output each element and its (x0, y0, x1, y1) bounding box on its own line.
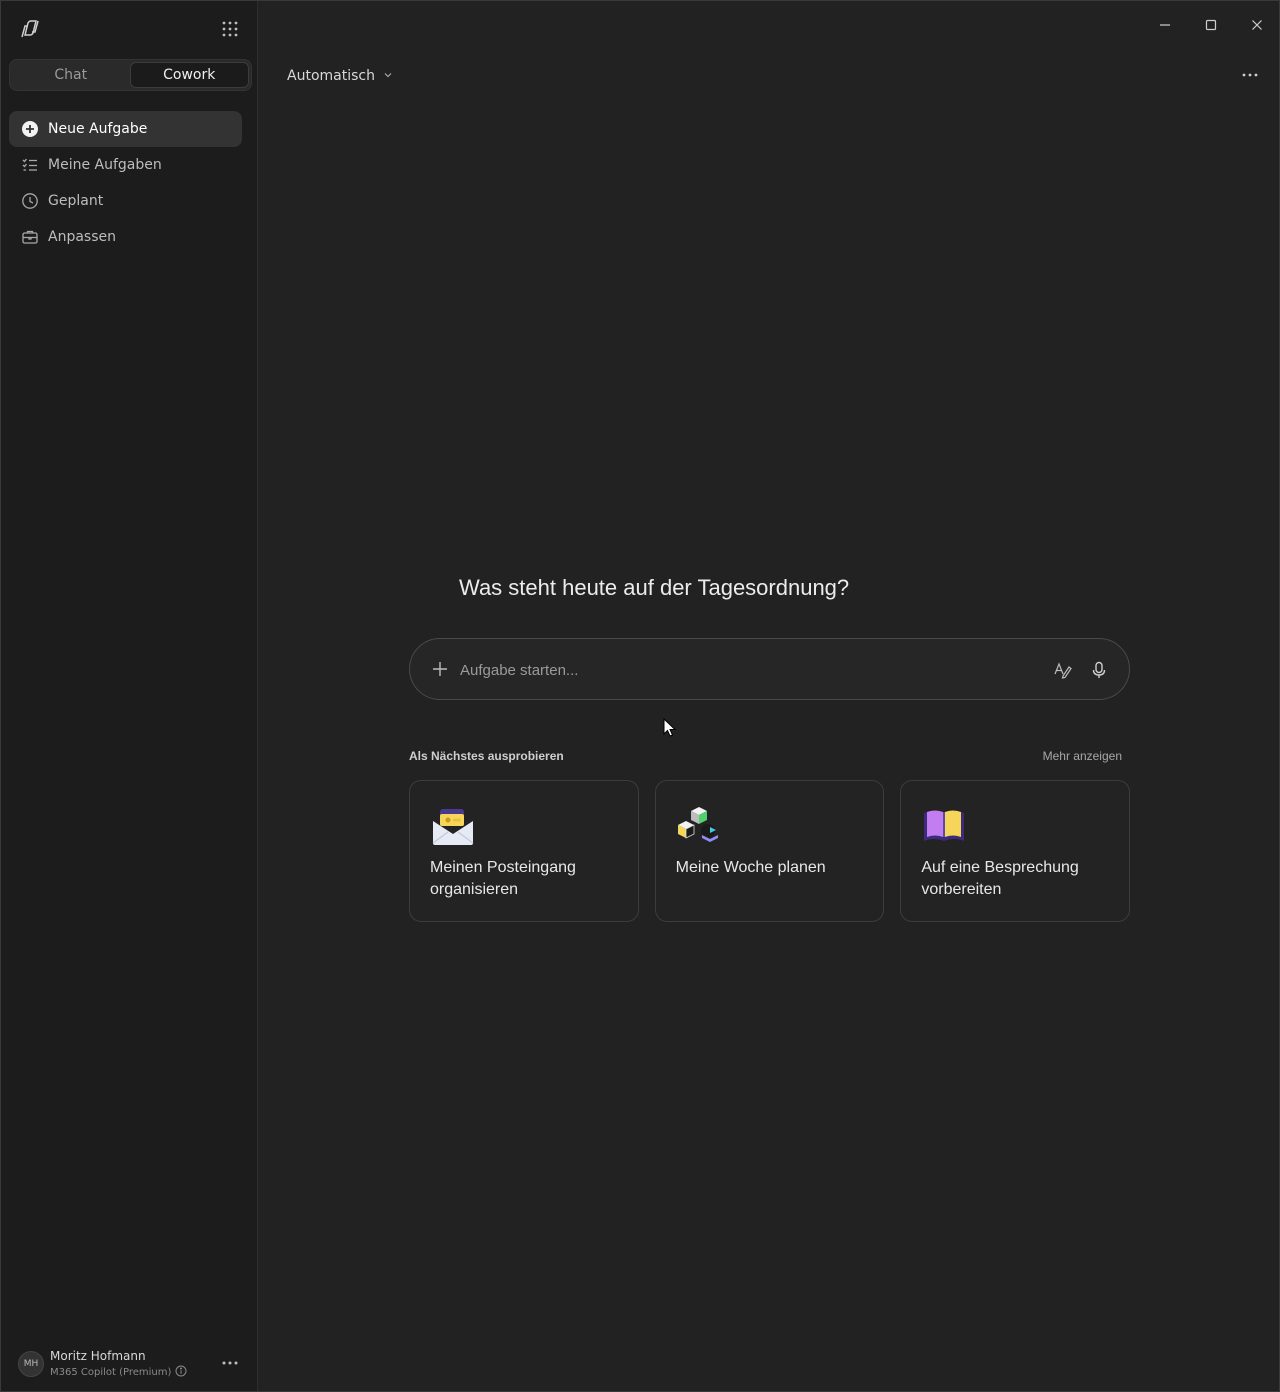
sidebar-item-scheduled[interactable]: Geplant (9, 183, 242, 219)
sidebar-item-customize[interactable]: Anpassen (9, 219, 242, 255)
suggestion-cards: Meinen Posteingang organisieren Meine Wo… (409, 780, 1131, 922)
sidebar-item-label: Anpassen (48, 229, 116, 245)
suggestion-card-text: Meine Woche planen (675, 859, 826, 876)
main-area: Automatisch Was steht heute auf der Tage… (259, 1, 1279, 1391)
copilot-logo-icon[interactable] (19, 18, 41, 40)
suggestion-card-inbox[interactable]: Meinen Posteingang organisieren (409, 780, 639, 922)
avatar: MH (18, 1351, 44, 1377)
suggestions-label: Als Nächstes ausprobieren (409, 749, 564, 763)
app-launcher-icon[interactable] (219, 18, 241, 40)
book-icon (921, 805, 967, 847)
app-window: Chat Cowork Neue Aufgabe Meine Aufgaben … (0, 0, 1280, 1392)
maximize-icon[interactable] (1196, 13, 1226, 37)
sidebar-nav: Neue Aufgabe Meine Aufgaben Geplant Anpa… (9, 111, 242, 255)
chevron-down-icon (383, 68, 393, 84)
minimize-icon[interactable] (1150, 13, 1180, 37)
user-name: Moritz Hofmann (50, 1349, 146, 1363)
sidebar-item-label: Neue Aufgabe (48, 121, 148, 137)
sidebar-item-my-tasks[interactable]: Meine Aufgaben (9, 147, 242, 183)
briefcase-icon (21, 228, 39, 246)
mode-chat-button[interactable]: Chat (12, 62, 130, 88)
task-composer (409, 638, 1130, 700)
clock-icon (21, 192, 39, 210)
show-more-link[interactable]: Mehr anzeigen (1043, 749, 1122, 763)
mode-toggle: Chat Cowork (9, 59, 252, 91)
user-plan-label: M365 Copilot (Premium) (50, 1367, 172, 1378)
mode-cowork-button[interactable]: Cowork (129, 62, 249, 88)
close-icon[interactable] (1242, 13, 1272, 37)
sidebar-item-new-task[interactable]: Neue Aufgabe (9, 111, 242, 147)
suggestion-card-text: Meinen Posteingang organisieren (430, 859, 576, 898)
writing-style-icon[interactable] (1051, 658, 1075, 682)
envelope-icon (430, 805, 476, 847)
suggestion-card-text: Auf eine Besprechung vorbereiten (921, 859, 1079, 898)
more-options-icon[interactable] (219, 1353, 241, 1373)
task-input[interactable] (460, 653, 1040, 687)
suggestion-card-plan-week[interactable]: Meine Woche planen (654, 780, 885, 922)
microphone-icon[interactable] (1087, 658, 1111, 682)
cubes-icon (676, 805, 722, 847)
suggestion-card-meeting-prep[interactable]: Auf eine Besprechung vorbereiten (900, 780, 1131, 922)
mouse-cursor-icon (663, 717, 677, 738)
page-title: Was steht heute auf der Tagesordnung? (459, 575, 850, 600)
plus-circle-icon (21, 120, 39, 138)
task-list-icon (21, 156, 39, 174)
model-dropdown[interactable]: Automatisch (287, 65, 393, 87)
user-profile[interactable]: MH Moritz Hofmann M365 Copilot (Premium) (1, 1341, 258, 1385)
user-plan: M365 Copilot (Premium) (50, 1365, 187, 1380)
add-attachment-icon[interactable] (430, 659, 450, 679)
model-dropdown-label: Automatisch (287, 68, 375, 84)
sidebar-item-label: Geplant (48, 193, 104, 209)
info-icon[interactable] (175, 1365, 187, 1380)
more-options-icon[interactable] (1239, 65, 1261, 85)
sidebar-item-label: Meine Aufgaben (48, 157, 162, 173)
sidebar: Chat Cowork Neue Aufgabe Meine Aufgaben … (1, 1, 258, 1391)
